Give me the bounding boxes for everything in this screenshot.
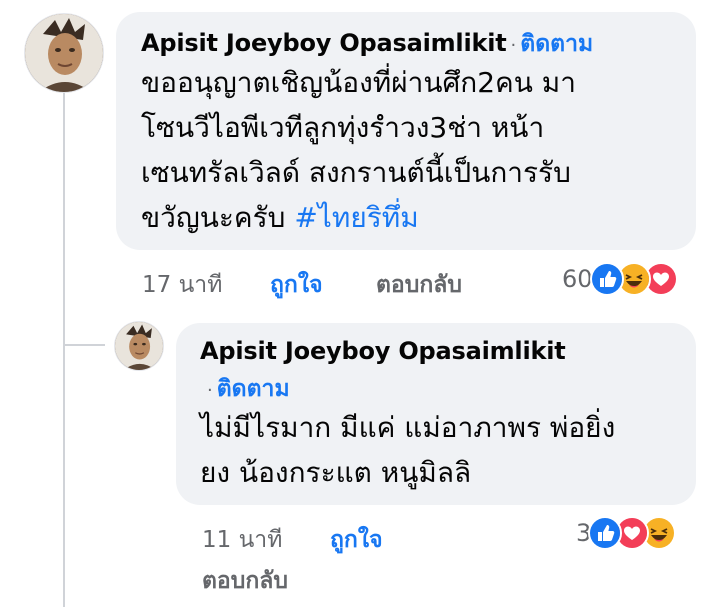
like-icon	[589, 262, 624, 296]
separator-dot: ·	[207, 380, 213, 401]
reply-text-line: ยง น้องกระแต หนูมิลลิ	[200, 456, 472, 489]
follow-button[interactable]: ติดตาม	[217, 376, 290, 402]
avatar-image	[25, 14, 103, 92]
comment-text-line: ขวัญนะครับ	[141, 201, 295, 234]
reply-author[interactable]: Apisit Joeyboy Opasaimlikit	[200, 337, 676, 371]
comment-timestamp[interactable]: 17 นาที	[142, 267, 222, 303]
comment-text-line: เซนทรัลเวิลด์ สงกรานต์นี้เป็นการรับ	[141, 156, 571, 189]
comment-text-line-last: ขวัญนะครับ #ไทยริทึ่ม	[141, 195, 674, 240]
reply-avatar[interactable]	[115, 322, 163, 370]
avatar-image	[115, 322, 163, 370]
hashtag-link[interactable]: #ไทยริทึ่ม	[294, 201, 418, 234]
reaction-count: 60	[562, 265, 593, 293]
comment-bubble: Apisit Joeyboy Opasaimlikit · ติดตาม ขออนุ…	[116, 12, 696, 250]
comment-text-line: โซนวีไอพีเวทีลูกทุ่งรำวง3ช่า หน้า	[141, 111, 545, 144]
reply-reply-button[interactable]: ตอบกลับ	[202, 563, 288, 599]
thread-line-vertical	[63, 92, 65, 607]
reply-follow-row: · ติดตาม	[200, 371, 676, 405]
thread-line-branch	[63, 344, 105, 346]
reply-reaction-summary[interactable]: 3	[576, 516, 677, 550]
like-icon	[588, 516, 623, 550]
reply-like-button[interactable]: ถูกใจ	[330, 522, 383, 558]
reply-timestamp[interactable]: 11 นาที	[202, 522, 282, 558]
comment-text-line: ขออนุญาตเชิญน้องที่ผ่านศึก2คน มา	[141, 66, 576, 99]
separator-dot: ·	[510, 35, 517, 56]
like-button[interactable]: ถูกใจ	[270, 267, 323, 303]
comment-text: ขออนุญาตเชิญน้องที่ผ่านศึก2คน มา โซนวีไอ…	[141, 60, 674, 240]
follow-button[interactable]: ติดตาม	[520, 31, 593, 57]
comment-header: Apisit Joeyboy Opasaimlikit · ติดตาม	[141, 26, 674, 60]
reply-bubble: Apisit Joeyboy Opasaimlikit · ติดตาม ไม่ม…	[176, 323, 696, 505]
avatar[interactable]	[25, 14, 103, 92]
reply-text-line: ไม่มีไรมาก มีแค่ แม่อาภาพร พ่อยิ่ง	[200, 411, 616, 444]
reaction-summary[interactable]: 60	[562, 262, 678, 296]
reply-button[interactable]: ตอบกลับ	[376, 267, 462, 303]
comment-author[interactable]: Apisit Joeyboy Opasaimlikit	[141, 29, 507, 57]
